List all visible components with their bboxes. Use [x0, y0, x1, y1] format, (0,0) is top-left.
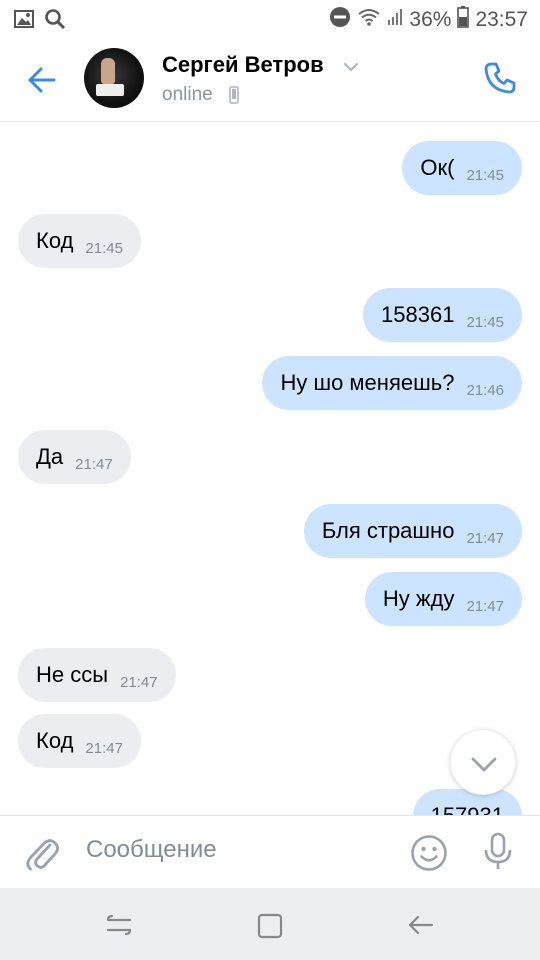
call-button[interactable] — [480, 58, 520, 98]
message-time: 21:45 — [85, 239, 123, 257]
outgoing-message[interactable]: 158361 21:45 — [363, 288, 522, 342]
outgoing-message[interactable]: Ок( 21:45 — [402, 141, 522, 195]
chevron-down-icon[interactable] — [342, 60, 360, 78]
search-icon — [44, 8, 66, 35]
contact-status: online — [162, 84, 213, 105]
battery-icon — [457, 6, 470, 33]
contact-name[interactable]: Сергей Ветров — [162, 52, 324, 78]
outgoing-message[interactable]: Ну жду 21:47 — [364, 572, 522, 626]
outgoing-message[interactable]: Ну шо меняешь? 21:46 — [262, 356, 522, 410]
message-input[interactable]: Сообщение — [86, 836, 217, 864]
dnd-icon — [329, 6, 351, 33]
avatar[interactable] — [84, 48, 144, 108]
message-list[interactable]: Ок( 21:45 Код 21:45 158361 21:45 Ну шо меняешь… — [0, 123, 540, 815]
message-time: 21:46 — [466, 381, 504, 399]
arrow-left-icon — [28, 67, 56, 93]
paperclip-icon[interactable] — [24, 833, 60, 878]
chevron-down-icon — [471, 757, 497, 772]
message-text: Да — [36, 444, 64, 469]
message-text: Бля страшно — [321, 518, 455, 543]
message-text: Ок( — [420, 155, 455, 180]
microphone-icon[interactable] — [482, 832, 514, 877]
clock: 23:57 — [475, 7, 528, 31]
scroll-down-button[interactable] — [450, 729, 516, 795]
phone-icon — [484, 62, 516, 94]
message-text: 157931 — [431, 803, 504, 815]
signal-icon — [387, 8, 403, 31]
chat-header: Сергей Ветров online — [0, 38, 540, 122]
incoming-message[interactable]: Код 21:47 — [18, 714, 141, 768]
outgoing-message[interactable]: Бля страшно 21:47 — [303, 504, 522, 558]
message-time: 21:45 — [466, 166, 504, 184]
status-bar: 36% 23:57 — [0, 0, 540, 38]
battery-percent: 36% — [409, 7, 452, 31]
message-text: Код — [36, 228, 74, 253]
recent-apps-icon[interactable] — [104, 912, 134, 943]
message-composer: Сообщение — [0, 815, 540, 888]
message-text: Не ссы — [36, 662, 109, 687]
message-time: 21:47 — [120, 673, 158, 691]
gallery-icon — [14, 10, 34, 33]
system-nav-bar — [0, 888, 540, 960]
message-time: 21:47 — [466, 597, 504, 615]
incoming-message[interactable]: Код 21:45 — [18, 214, 141, 268]
message-time: 21:45 — [466, 313, 504, 331]
message-time: 21:47 — [75, 455, 113, 473]
message-time: 21:47 — [466, 529, 504, 547]
back-button[interactable] — [22, 60, 62, 100]
wifi-icon — [357, 7, 381, 32]
home-icon[interactable] — [256, 912, 284, 945]
message-text: Ну жду — [382, 586, 455, 611]
smile-icon[interactable] — [410, 834, 448, 877]
message-text: 158361 — [381, 302, 455, 327]
mobile-device-icon — [229, 86, 239, 109]
incoming-message[interactable]: Не ссы 21:47 — [18, 648, 176, 702]
message-text: Ну шо меняешь? — [280, 370, 455, 395]
message-text: Код — [36, 728, 74, 753]
message-time: 21:47 — [85, 739, 123, 757]
back-nav-icon[interactable] — [406, 912, 436, 943]
incoming-message[interactable]: Да 21:47 — [18, 430, 131, 484]
